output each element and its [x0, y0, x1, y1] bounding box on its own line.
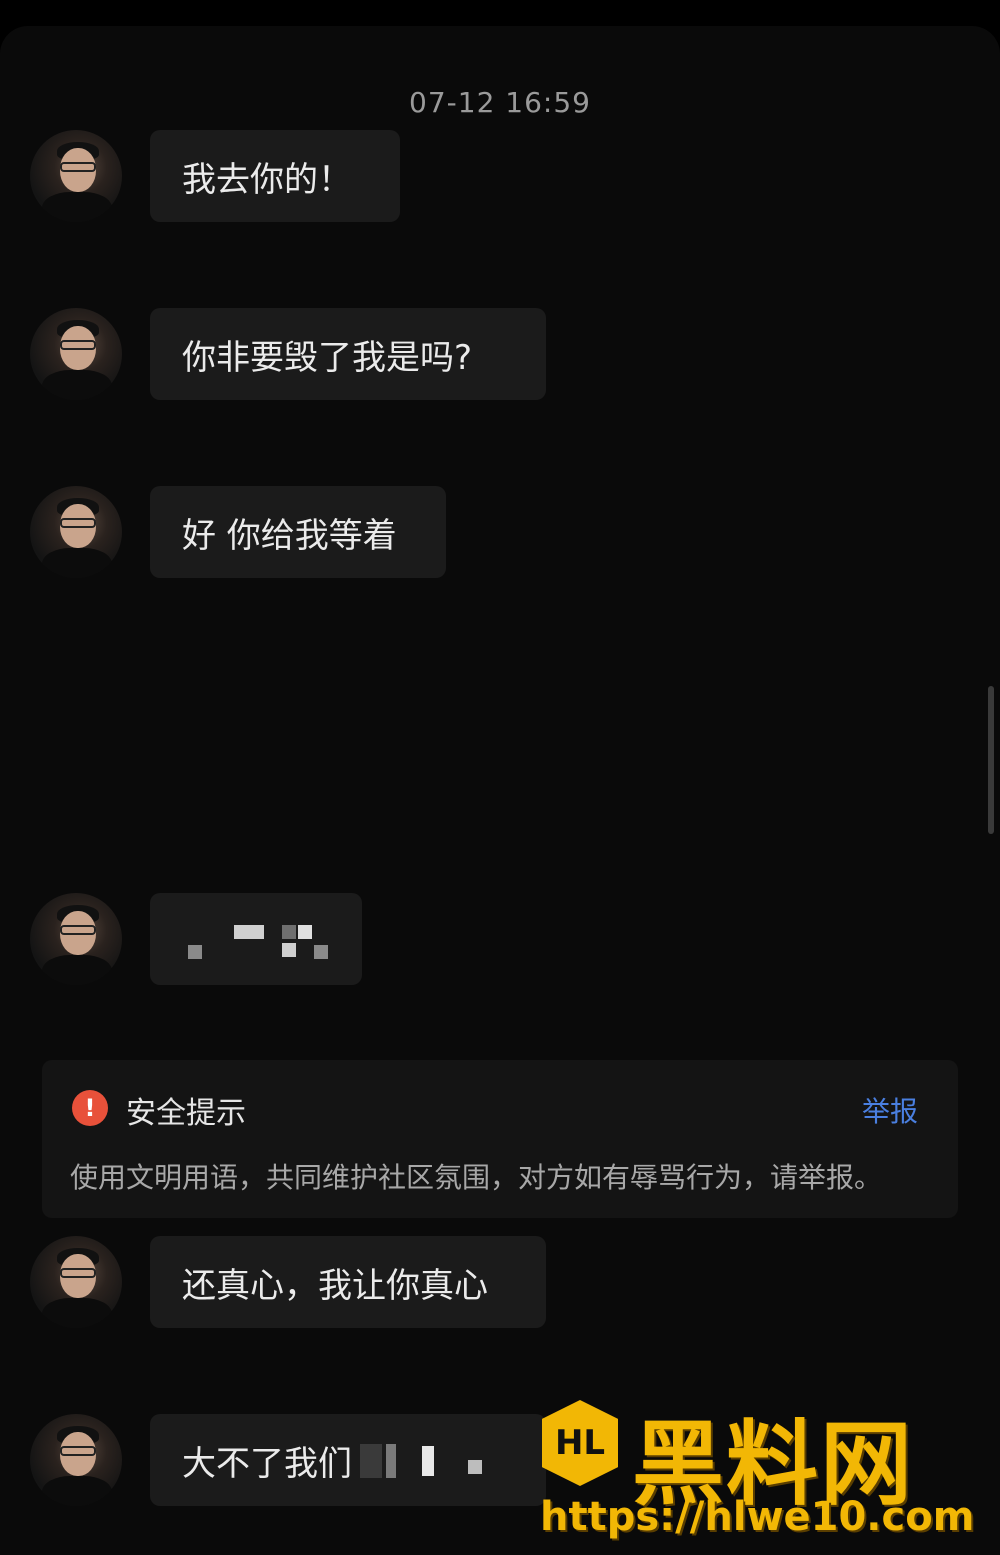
pixelated-content: [182, 919, 330, 959]
sender-avatar[interactable]: [30, 130, 122, 222]
watermark: HL 黑料网 https://hlwe10.com: [536, 1390, 976, 1550]
report-link[interactable]: 举报: [862, 1090, 918, 1130]
message-timestamp: 07-12 16:59: [409, 86, 591, 119]
message-bubble[interactable]: 还真心，我让你真心: [150, 1236, 546, 1328]
message-bubble[interactable]: 大不了我们: [150, 1414, 546, 1506]
sender-avatar[interactable]: [30, 1414, 122, 1506]
message-text: 好 你给我等着: [182, 515, 397, 556]
message-text: 大不了我们: [182, 1443, 352, 1484]
message-bubble-redacted[interactable]: [150, 893, 362, 985]
message-text: 我去你的！: [182, 159, 352, 200]
message-bubble[interactable]: 我去你的！: [150, 130, 400, 222]
safety-notice-title: 安全提示: [126, 1096, 246, 1131]
sender-avatar[interactable]: [30, 1236, 122, 1328]
exclamation-icon: !: [72, 1090, 108, 1126]
message-text: 你非要毁了我是吗?: [182, 337, 473, 378]
sender-avatar[interactable]: [30, 486, 122, 578]
message-bubble[interactable]: 你非要毁了我是吗?: [150, 308, 546, 400]
sender-avatar[interactable]: [30, 893, 122, 985]
watermark-url: https://hlwe10.com: [540, 1494, 975, 1540]
safety-notice: ! 安全提示 举报 使用文明用语，共同维护社区氛围，对方如有辱骂行为，请举报。: [42, 1060, 958, 1218]
message-bubble[interactable]: 好 你给我等着: [150, 486, 446, 578]
scrollbar[interactable]: [988, 686, 994, 834]
message-text: 还真心，我让你真心: [182, 1265, 488, 1306]
chat-screen: 07-12 16:59 我去你的！ 你非要毁了我是吗? 好 你给我等着 ! 安全…: [0, 26, 1000, 1555]
sender-avatar[interactable]: [30, 308, 122, 400]
safety-notice-text: 使用文明用语，共同维护社区氛围，对方如有辱骂行为，请举报。: [70, 1161, 883, 1194]
pixelated-content: [360, 1440, 490, 1480]
watermark-logo: HL: [542, 1400, 618, 1486]
